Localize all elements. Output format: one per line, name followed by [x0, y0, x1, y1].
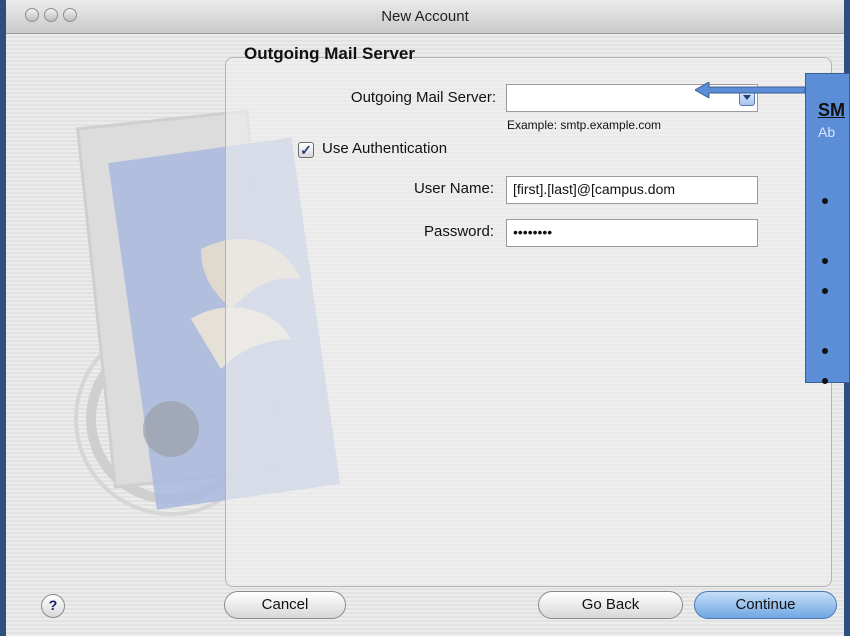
- password-field[interactable]: ••••••••: [506, 219, 758, 247]
- cancel-button[interactable]: Cancel: [224, 591, 346, 619]
- section-title: Outgoing Mail Server: [244, 44, 415, 63]
- username-label: User Name:: [413, 180, 494, 197]
- callout-bullet: [822, 378, 828, 384]
- outgoing-server-label: Outgoing Mail Server:: [350, 89, 496, 106]
- use-authentication-checkbox[interactable]: ✓: [298, 142, 314, 158]
- username-value: [first].[last]@[campus.dom: [513, 181, 676, 197]
- account-settings-panel: [225, 57, 832, 587]
- username-field[interactable]: [first].[last]@[campus.dom: [506, 176, 758, 204]
- window-content: [6, 34, 844, 636]
- window-title: New Account: [381, 8, 469, 25]
- password-value: ••••••••: [513, 224, 553, 240]
- callout-bullet: [822, 198, 828, 204]
- title-bar: New Account: [6, 0, 844, 34]
- arrow-icon: [695, 82, 805, 98]
- use-authentication-label: Use Authentication: [322, 140, 448, 157]
- callout-title: SM: [818, 100, 845, 120]
- callout-subtitle: Ab: [818, 124, 836, 140]
- password-label: Password:: [423, 223, 494, 240]
- help-button[interactable]: ?: [41, 594, 65, 618]
- server-example-text: Example: smtp.example.com: [507, 118, 662, 132]
- callout-bullet: [822, 258, 828, 264]
- checkmark-icon: ✓: [300, 142, 312, 158]
- callout-bullet: [822, 348, 828, 354]
- go-back-button[interactable]: Go Back: [538, 591, 683, 619]
- help-icon: ?: [48, 597, 58, 613]
- continue-button[interactable]: Continue: [694, 591, 837, 619]
- callout-bullet: [822, 288, 828, 294]
